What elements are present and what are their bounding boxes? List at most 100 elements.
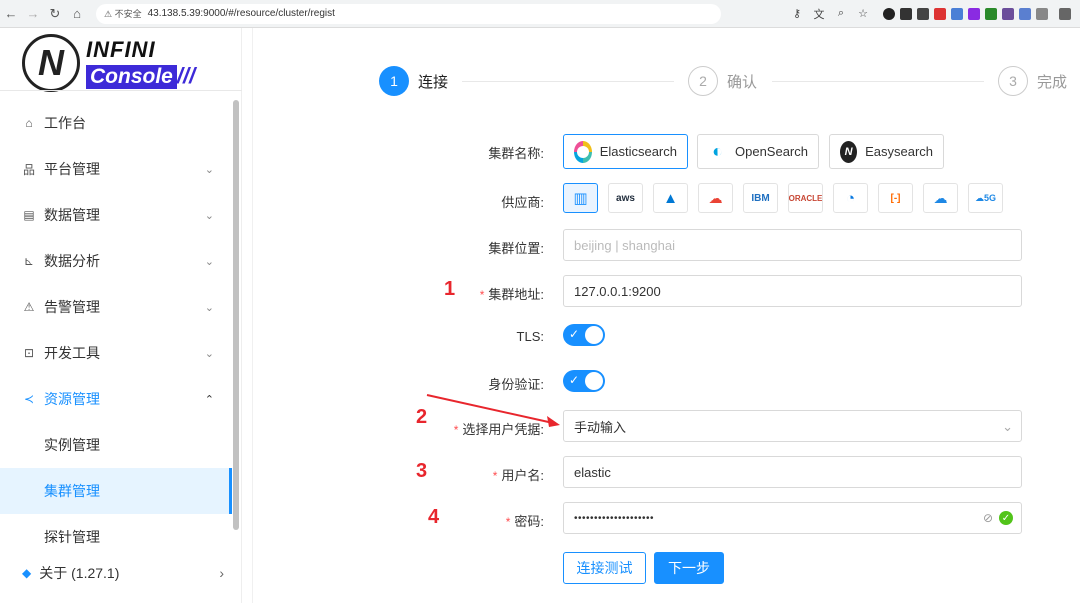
- password-input[interactable]: •••••••••••••••••••• ⊘ ✓: [563, 502, 1022, 534]
- alibaba-icon: [-]: [890, 192, 901, 204]
- auth-switch[interactable]: ✓: [563, 370, 605, 392]
- chevron-down-icon: ⌄: [1002, 419, 1013, 434]
- step-number: 2: [688, 66, 718, 96]
- sidebar-item-alerting[interactable]: ⚠ 告警管理 ⌄: [0, 284, 232, 330]
- vendor-ibm-button[interactable]: IBM: [743, 183, 778, 213]
- sidebar-subitem-agents[interactable]: 探针管理: [0, 514, 232, 560]
- sidebar-item-resources[interactable]: ≺ 资源管理 ⌃: [0, 376, 232, 422]
- step-title: 完成: [1037, 73, 1068, 91]
- sidebar-item-label: 工作台: [44, 115, 86, 131]
- distribution-name: OpenSearch: [735, 144, 808, 159]
- vendor-aws-button[interactable]: aws: [608, 183, 643, 213]
- chevron-down-icon: ⌄: [204, 347, 214, 360]
- key-icon[interactable]: ⚷: [789, 7, 805, 20]
- vendor-oracle-button[interactable]: ORACLE: [788, 183, 823, 213]
- required-mark: *: [492, 469, 498, 483]
- sidebar-item-analysis[interactable]: ⊾ 数据分析 ⌄: [0, 238, 232, 284]
- logo-line2: Console: [86, 65, 177, 89]
- ibm-icon: IBM: [751, 192, 770, 204]
- step-finish: 3 完成: [998, 66, 1067, 96]
- insecure-badge[interactable]: ⚠ 不安全: [104, 7, 142, 20]
- sidebar-item-data[interactable]: ▤ 数据管理 ⌄: [0, 192, 232, 238]
- location-label: 集群位置:: [488, 241, 544, 256]
- sidebar-subitem-clusters[interactable]: 集群管理: [0, 468, 232, 514]
- sidebar-about[interactable]: ◆ 关于 (1.27.1) ›: [0, 558, 242, 588]
- distribution-label: 集群名称:: [488, 146, 544, 161]
- sidebar-item-label: 实例管理: [44, 437, 100, 453]
- extension-icon[interactable]: [883, 7, 895, 20]
- step-connect: 1 连接: [379, 66, 448, 96]
- easysearch-icon: N: [840, 140, 858, 163]
- sidebar-subitem-instances[interactable]: 实例管理: [0, 422, 232, 468]
- tls-switch[interactable]: ✓: [563, 324, 605, 346]
- vendor-alibaba-button[interactable]: [-]: [878, 183, 913, 213]
- extension-icon[interactable]: [900, 7, 912, 20]
- sidebar-item-label: 数据分析: [44, 253, 100, 269]
- scrollbar-thumb[interactable]: [233, 100, 239, 530]
- annotation-number: 1: [444, 278, 456, 300]
- credential-select-value: 手动输入: [574, 419, 627, 435]
- credential-select[interactable]: 手动输入 ⌄: [563, 410, 1022, 442]
- password-label: * 密码:: [506, 511, 544, 530]
- check-icon: ✓: [569, 373, 580, 387]
- extension-icon[interactable]: [951, 7, 963, 20]
- extension-icon[interactable]: [1019, 7, 1031, 20]
- vendor-onprem-button[interactable]: ▥: [563, 183, 598, 213]
- logo-slashes: ///: [176, 63, 196, 88]
- sidebar-item-devtools[interactable]: ⊡ 开发工具 ⌄: [0, 330, 232, 376]
- divider: [252, 28, 253, 603]
- extension-icon[interactable]: [985, 7, 997, 20]
- step-confirm: 2 确认: [688, 66, 757, 96]
- logo-line1: INFINI: [86, 37, 156, 62]
- next-step-button[interactable]: 下一步: [654, 552, 724, 584]
- sidebar-item-label: 探针管理: [44, 529, 100, 545]
- annotation-number: 4: [428, 506, 440, 528]
- address-input[interactable]: 127.0.0.1:9200: [563, 275, 1022, 307]
- sidebar-item-label: 资源管理: [44, 391, 100, 407]
- aws-icon: aws: [616, 192, 635, 204]
- reload-icon[interactable]: ↻: [44, 6, 66, 22]
- eye-off-icon[interactable]: ⊘: [983, 511, 993, 525]
- distribution-opensearch-button[interactable]: ◐ OpenSearch: [697, 134, 819, 169]
- sidebar-scrollbar[interactable]: [232, 100, 240, 550]
- forward-icon[interactable]: →: [22, 6, 44, 21]
- star-icon[interactable]: ☆: [855, 7, 871, 20]
- vendor-tencent-button[interactable]: ☁: [923, 183, 958, 213]
- elasticsearch-icon: [574, 140, 592, 163]
- sidebar-item-workbench[interactable]: ⌂ 工作台: [0, 100, 232, 146]
- logo[interactable]: N INFINI Console///: [22, 32, 195, 94]
- cloud-vendor-icon: ◔: [845, 189, 856, 207]
- vendor-gcp-button[interactable]: ☁: [698, 183, 733, 213]
- test-connection-button[interactable]: 连接测试: [563, 552, 646, 584]
- url-text[interactable]: 43.138.5.39:9000/#/resource/cluster/regi…: [148, 8, 335, 19]
- address-bar[interactable]: ⚠ 不安全 43.138.5.39:9000/#/resource/cluste…: [96, 3, 721, 24]
- zoom-icon[interactable]: ⌕: [833, 7, 849, 20]
- home-browser-icon[interactable]: ⌂: [66, 6, 88, 21]
- download-icon[interactable]: [1059, 7, 1071, 20]
- translate-icon[interactable]: 文: [811, 6, 827, 22]
- back-icon[interactable]: ←: [0, 6, 22, 21]
- vendor-label: 供应商:: [501, 195, 544, 210]
- username-label: * 用户名:: [493, 465, 544, 484]
- opensearch-icon: ◐: [712, 141, 723, 161]
- sidebar-item-platform[interactable]: 品 平台管理 ⌄: [0, 146, 232, 192]
- username-input[interactable]: elastic: [563, 456, 1022, 488]
- distribution-elasticsearch-button[interactable]: Elasticsearch: [563, 134, 688, 169]
- vendor-huawei-button[interactable]: ◔: [833, 183, 868, 213]
- vendor-azure-button[interactable]: ▲: [653, 183, 688, 213]
- check-circle-icon: ✓: [999, 511, 1013, 525]
- extension-icon[interactable]: [1002, 7, 1014, 20]
- chevron-down-icon: ⌄: [204, 163, 214, 176]
- check-icon: ✓: [569, 327, 580, 341]
- distribution-easysearch-button[interactable]: N Easysearch: [829, 134, 944, 169]
- vendor-5g-button[interactable]: ☁5G: [968, 183, 1003, 213]
- extension-icon[interactable]: [934, 7, 946, 20]
- about-label: 关于 (1.27.1): [39, 565, 120, 581]
- extension-icon[interactable]: [968, 7, 980, 20]
- gcp-icon: ☁: [708, 189, 723, 206]
- chevron-down-icon: ⌄: [204, 301, 214, 314]
- location-input[interactable]: beijing | shanghai: [563, 229, 1022, 261]
- terminal-icon: ⊡: [23, 346, 35, 360]
- puzzle-icon[interactable]: [1036, 7, 1048, 20]
- extension-icon[interactable]: [917, 7, 929, 20]
